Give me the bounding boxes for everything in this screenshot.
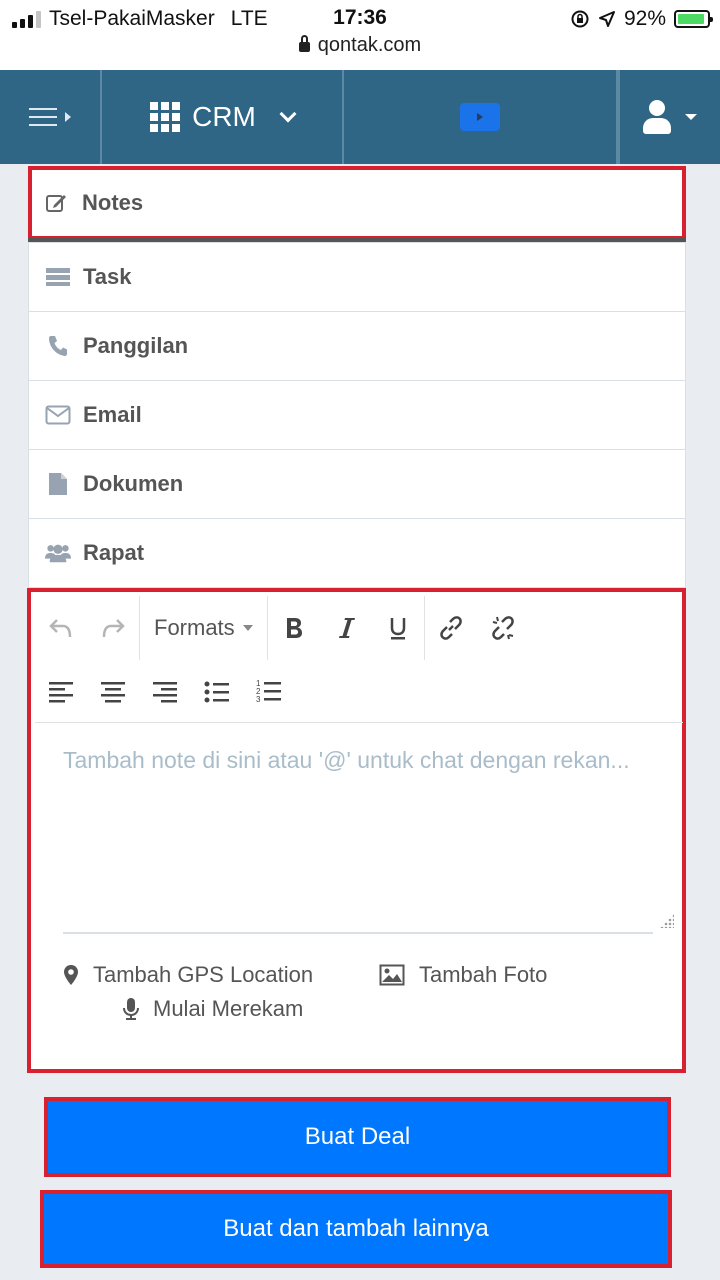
redo-button[interactable]: [87, 596, 139, 660]
svg-text:3: 3: [256, 695, 261, 704]
document-icon: [45, 472, 71, 496]
tab-label: Email: [83, 402, 142, 427]
unlink-icon: [491, 616, 514, 640]
envelope-icon: [45, 403, 71, 427]
tab-label: Dokumen: [83, 471, 184, 496]
align-center-icon: [101, 682, 125, 703]
create-and-add-button[interactable]: Buat dan tambah lainnya: [40, 1190, 672, 1268]
app-switcher[interactable]: CRM: [102, 70, 344, 164]
user-menu[interactable]: [618, 70, 720, 164]
lock-icon: [298, 35, 310, 52]
photo-label: Tambah Foto: [419, 962, 548, 987]
tab-email[interactable]: Email: [28, 380, 686, 450]
insert-link-button[interactable]: [425, 596, 477, 660]
task-list-icon: [45, 265, 71, 289]
textarea-underline: [63, 932, 653, 934]
formats-label: Formats: [154, 615, 235, 640]
user-avatar-icon: [643, 100, 671, 134]
address-bar[interactable]: qontak.com: [0, 34, 720, 57]
create-deal-label: Buat Deal: [304, 1123, 411, 1150]
align-left-icon: [49, 682, 73, 703]
record-label: Mulai Merekam: [153, 996, 304, 1021]
numbered-list-icon: 123: [256, 679, 281, 704]
image-icon: [379, 964, 405, 986]
play-icon: [477, 113, 483, 121]
tab-label: Panggilan: [83, 333, 189, 358]
battery-percent: 92%: [623, 7, 666, 30]
microphone-icon: [123, 998, 139, 1020]
orientation-lock-icon: [571, 10, 589, 28]
status-bar: Tsel-PakaiMasker LTE 17:36 92% qontak.co…: [0, 0, 720, 70]
video-tutorial-cell: [344, 70, 618, 164]
remove-link-button[interactable]: [477, 596, 529, 660]
chevron-down-icon: [279, 105, 297, 123]
tab-task[interactable]: Task: [28, 242, 686, 312]
align-right-button[interactable]: [139, 660, 191, 724]
phone-icon: [45, 334, 71, 358]
underline-button[interactable]: [372, 596, 424, 660]
app-label: CRM: [192, 101, 256, 132]
undo-button[interactable]: [35, 596, 87, 660]
tab-panggilan[interactable]: Panggilan: [28, 311, 686, 381]
tab-label: Notes: [82, 190, 144, 215]
video-play-button[interactable]: [460, 103, 500, 131]
map-marker-icon: [64, 965, 78, 985]
tab-dokumen[interactable]: Dokumen: [28, 449, 686, 519]
editor-toolbar-row-2: 123: [35, 660, 295, 724]
editor-toolbar: Formats: [35, 596, 529, 660]
bold-button[interactable]: [268, 596, 320, 660]
redo-icon: [102, 619, 125, 638]
hamburger-icon: [29, 108, 57, 126]
align-left-button[interactable]: [35, 660, 87, 724]
align-center-button[interactable]: [87, 660, 139, 724]
underline-icon: [390, 618, 405, 640]
link-icon: [439, 616, 462, 640]
align-right-icon: [153, 682, 177, 703]
italic-icon: [338, 618, 355, 638]
top-navbar: CRM: [0, 70, 720, 164]
italic-button[interactable]: [320, 596, 372, 660]
bullet-list-icon: [204, 681, 229, 703]
tab-label: Task: [83, 264, 132, 289]
apps-grid-icon: [150, 102, 181, 132]
add-gps-location[interactable]: Tambah GPS Location: [63, 962, 313, 988]
note-textarea[interactable]: Tambah note di sini atau '@' untuk chat …: [63, 747, 630, 774]
url-text: qontak.com: [317, 34, 422, 56]
caret-down-icon: [685, 114, 697, 120]
tab-label: Rapat: [83, 540, 145, 565]
add-photo[interactable]: Tambah Foto: [379, 962, 547, 988]
numbered-list-button[interactable]: 123: [243, 660, 295, 724]
gps-label: Tambah GPS Location: [93, 962, 314, 987]
formats-dropdown[interactable]: Formats: [140, 596, 267, 660]
bold-icon: [286, 618, 302, 638]
note-editor: Formats 1 2 3 Tambah note di sini atau '…: [27, 588, 686, 1073]
create-deal-button[interactable]: Buat Deal: [44, 1097, 671, 1177]
menu-button[interactable]: [0, 70, 102, 164]
edit-icon: [44, 191, 70, 215]
resize-handle[interactable]: [660, 914, 674, 928]
create-and-add-label: Buat dan tambah lainnya: [223, 1215, 489, 1242]
location-arrow-icon: [598, 11, 615, 27]
users-icon: [45, 541, 71, 565]
battery-icon: [674, 10, 713, 28]
caret-right-icon: [65, 112, 71, 122]
start-recording[interactable]: Mulai Merekam: [123, 996, 303, 1022]
note-placeholder: Tambah note di sini atau '@' untuk chat …: [63, 747, 630, 773]
caret-down-icon: [242, 625, 253, 631]
bullet-list-button[interactable]: [191, 660, 243, 724]
undo-icon: [49, 619, 72, 638]
tab-rapat[interactable]: Rapat: [28, 518, 686, 588]
tab-notes[interactable]: Notes: [28, 166, 686, 240]
